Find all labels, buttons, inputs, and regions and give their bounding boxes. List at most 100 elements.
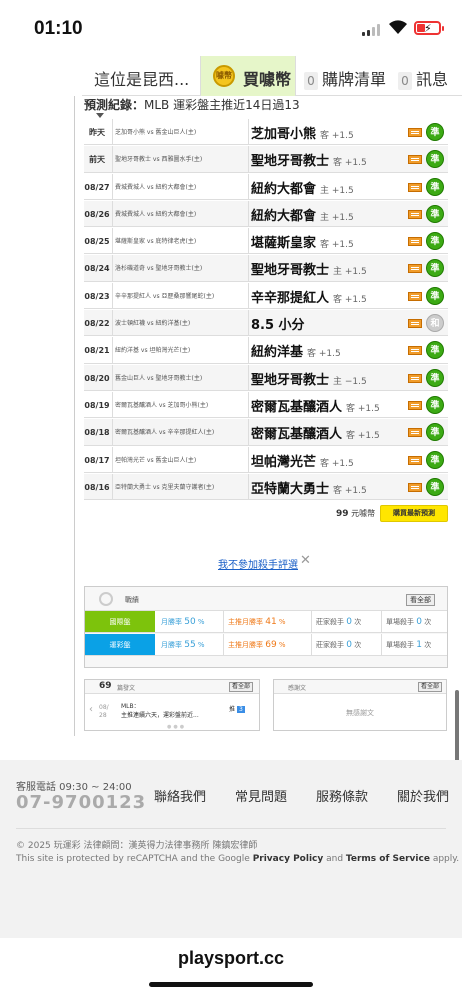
analysis-icon[interactable] <box>408 482 422 492</box>
footer-link-faq[interactable]: 常見問題 <box>235 786 287 805</box>
table-row: 08/20 舊金山巨人 vs 聖地牙哥教士(主) 聖地牙哥教士主 −1.5 準 <box>84 363 448 391</box>
row-date: 08/25 <box>84 237 110 247</box>
main-pick-win-rate: 主推月勝率 69 % <box>223 634 311 655</box>
row-match[interactable]: 費城費城人 vs 紐約大都會(主) <box>112 173 248 199</box>
status-bar: 01:10 ⚡ <box>0 0 462 56</box>
row-pick: 紐約大都會主 +1.5 <box>248 173 404 199</box>
table-row: 08/26 費城費城人 vs 紐約大都會(主) 紐約大都會主 +1.5 準 <box>84 199 448 228</box>
analysis-icon[interactable] <box>408 400 422 410</box>
cart-count: 0 <box>304 71 318 90</box>
row-match[interactable]: 洛杉磯道奇 vs 聖地牙哥教士(主) <box>112 255 248 281</box>
row-date: 08/17 <box>84 455 110 465</box>
stats-row: 運彩盤 月勝率 55 % 主推月勝率 69 % 莊家殺手 0 次單場殺手 1 次 <box>85 634 447 656</box>
table-row: 08/19 密爾瓦基釀酒人 vs 芝加哥小熊(主) 密爾瓦基釀酒人客 +1.5 準 <box>84 390 448 419</box>
row-match[interactable]: 舊金山巨人 vs 聖地牙哥教士(主) <box>112 364 248 390</box>
stats-view-all-button[interactable]: 看全部 <box>406 594 435 606</box>
thanks-panel: 感謝文 看全部 無感謝文 <box>273 679 447 731</box>
browser-url-bar[interactable]: playsport.cc <box>0 938 462 1000</box>
single-game-killer: 單場殺手 0 次 <box>381 611 449 632</box>
row-match[interactable]: 密爾瓦基釀酒人 vs 芝加哥小熊(主) <box>112 391 248 418</box>
analysis-icon[interactable] <box>408 373 422 383</box>
posts-view-all-button[interactable]: 看全部 <box>228 682 253 692</box>
row-date: 08/18 <box>84 428 110 438</box>
row-match[interactable]: 坦帕灣光芒 vs 舊金山巨人(主) <box>112 446 248 472</box>
table-row: 08/18 密爾瓦基釀酒人 vs 辛辛那提紅人(主) 密爾瓦基釀酒人客 +1.5 準 <box>84 418 448 446</box>
row-match[interactable]: 芝加哥小熊 vs 舊金山巨人(主) <box>112 119 248 145</box>
row-pick: 亞特蘭大勇士客 +1.5 <box>248 473 404 500</box>
row-pick: 密爾瓦基釀酒人客 +1.5 <box>248 391 404 418</box>
row-pick: 芝加哥小熊客 +1.5 <box>248 119 404 145</box>
row-match[interactable]: 波士頓紅襪 vs 紐約洋基(主) <box>112 310 248 336</box>
footer-link-terms[interactable]: 服務條款 <box>316 786 368 805</box>
analysis-icon[interactable] <box>408 182 422 192</box>
row-match[interactable]: 亞特蘭大勇士 vs 克里夫蘭守護者(主) <box>112 473 248 500</box>
row-pick: 紐約洋基客 +1.5 <box>248 337 404 363</box>
terms-link[interactable]: Terms of Service <box>346 854 430 864</box>
stats-tag[interactable]: 國際盤 <box>85 611 155 632</box>
result-badge: 準 <box>426 204 444 223</box>
footer-link-contact[interactable]: 聯絡我們 <box>154 786 206 805</box>
row-pick: 密爾瓦基釀酒人客 +1.5 <box>248 419 404 445</box>
row-pick: 8.5 小分 <box>248 310 404 336</box>
analysis-icon[interactable] <box>408 455 422 465</box>
buy-coins-button[interactable]: 噱幣 買噱幣 <box>200 56 296 96</box>
result-badge: 準 <box>426 286 444 305</box>
row-match[interactable]: 辛辛那提紅人 vs 亞歷桑那響尾蛇(主) <box>112 282 248 309</box>
stats-tag[interactable]: 運彩盤 <box>85 634 155 655</box>
row-match[interactable]: 聖地牙哥教士 vs 西雅圖水手(主) <box>112 146 248 172</box>
row-pick: 紐約大都會主 +1.5 <box>248 200 404 227</box>
table-row: 08/22 波士頓紅襪 vs 紐約洋基(主) 8.5 小分 和 <box>84 309 448 337</box>
row-date: 08/23 <box>84 291 110 301</box>
stats-title: 戰績 <box>125 596 139 604</box>
buy-coins-label: 買噱幣 <box>243 70 292 89</box>
table-row: 08/25 堪薩斯皇家 vs 底特律老虎(主) 堪薩斯皇家客 +1.5 準 <box>84 227 448 255</box>
result-badge: 準 <box>426 477 444 496</box>
analysis-icon[interactable] <box>408 209 422 219</box>
stats-panel: 戰績 看全部 國際盤 月勝率 50 % 主推月勝率 41 % 莊家殺手 0 次單場殺手… <box>84 586 448 668</box>
thanks-view-all-button[interactable]: 看全部 <box>417 682 442 692</box>
chevron-left-icon[interactable]: ‹ <box>89 704 93 715</box>
row-pick: 堪薩斯皇家客 +1.5 <box>248 228 404 254</box>
analysis-icon[interactable] <box>408 155 422 165</box>
buy-latest-button[interactable]: 購買最新預測 <box>380 505 448 522</box>
optout-link[interactable]: 我不參加殺手評選 <box>218 556 298 571</box>
coin-icon: 噱幣 <box>213 65 235 87</box>
row-match[interactable]: 堪薩斯皇家 vs 底特律老虎(主) <box>112 228 248 254</box>
analysis-icon[interactable] <box>408 237 422 247</box>
price-text: 99 元噱幣 <box>336 509 376 519</box>
analysis-icon[interactable] <box>408 346 422 356</box>
analysis-icon[interactable] <box>408 291 422 301</box>
privacy-link[interactable]: Privacy Policy <box>253 854 324 864</box>
stats-row: 國際盤 月勝率 50 % 主推月勝率 41 % 莊家殺手 0 次單場殺手 0 次 <box>85 611 447 633</box>
row-date: 08/24 <box>84 264 110 274</box>
row-match[interactable]: 紐約洋基 vs 坦帕灣光芒(主) <box>112 337 248 363</box>
posts-label: 篇發文 <box>117 685 136 692</box>
page-title[interactable]: 這位是昆西... <box>94 66 189 90</box>
row-match[interactable]: 費城費城人 vs 紐約大都會(主) <box>112 200 248 227</box>
post-date: 08/28 <box>99 704 109 719</box>
hotline-number[interactable]: 07-9700123 <box>16 792 146 813</box>
analysis-icon[interactable] <box>408 319 422 329</box>
result-badge: 準 <box>426 232 444 251</box>
post-preview[interactable]: MLB： 主推連續六天，運彩盤前近... <box>121 702 199 720</box>
battery-icon: ⚡ <box>414 21 444 35</box>
row-pick: 聖地牙哥教士主 −1.5 <box>248 364 404 390</box>
table-row: 08/27 費城費城人 vs 紐約大都會(主) 紐約大都會主 +1.5 準 <box>84 172 448 200</box>
messages-button[interactable]: 0 訊息 <box>398 66 448 90</box>
cart-button[interactable]: 0 購牌清單 <box>304 66 386 90</box>
row-date: 08/19 <box>84 400 110 410</box>
analysis-icon[interactable] <box>408 128 422 137</box>
home-indicator[interactable] <box>149 982 313 987</box>
url-text: playsport.cc <box>177 948 285 968</box>
push-count: 推3 <box>229 706 245 713</box>
analysis-icon[interactable] <box>408 264 422 274</box>
analysis-icon[interactable] <box>408 428 422 438</box>
close-icon[interactable]: ✕ <box>300 553 311 568</box>
footer-link-about[interactable]: 關於我們 <box>397 786 449 805</box>
row-date: 08/27 <box>84 182 110 192</box>
row-date: 08/26 <box>84 209 110 219</box>
row-match[interactable]: 密爾瓦基釀酒人 vs 辛辛那提紅人(主) <box>112 419 248 445</box>
table-row: 08/17 坦帕灣光芒 vs 舊金山巨人(主) 坦帕灣光芒客 +1.5 準 <box>84 445 448 473</box>
messages-label: 訊息 <box>416 70 449 89</box>
row-date: 昨天 <box>89 128 105 137</box>
